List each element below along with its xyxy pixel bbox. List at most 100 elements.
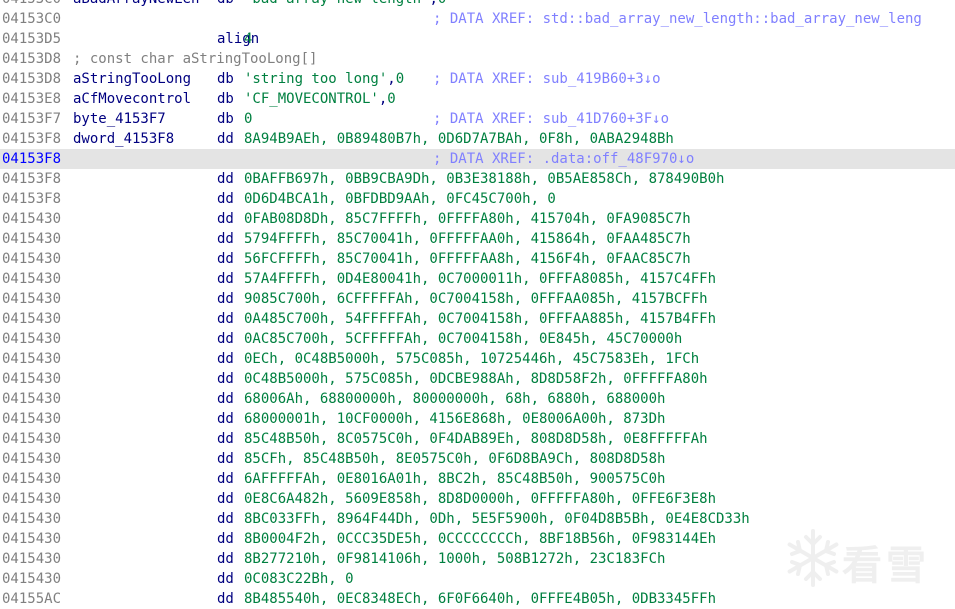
line-operands[interactable]: 9085C700h, 6CFFFFFAh, 0C7004158h, 0FFFAA… [244, 289, 708, 309]
line-address[interactable]: 0415430 [2, 309, 61, 329]
line-operands[interactable]: 5794FFFFh, 85C70041h, 0FFFFFAA0h, 415864… [244, 229, 691, 249]
line-address[interactable]: 04153F8 [2, 189, 61, 209]
listing-line[interactable]: 0415430 dd 68006Ah, 68800000h, 80000000h, … [0, 389, 955, 409]
listing-line[interactable]: 0415430 dd 9085C700h, 6CFFFFFAh, 0C7004158… [0, 289, 955, 309]
listing-line[interactable]: 04153C0 ; DATA XREF: std::bad_array_new_l… [0, 9, 955, 29]
line-address[interactable]: 0415430 [2, 509, 61, 529]
line-operands[interactable]: 85CFh, 85C48B50h, 8E0575C0h, 0F6D8BA9Ch,… [244, 449, 665, 469]
line-operands[interactable]: 'CF_MOVECONTROL',0 [244, 89, 396, 109]
line-address[interactable]: 04153D5 [2, 29, 61, 49]
listing-line[interactable]: 04153D5 align 4 [0, 29, 955, 49]
line-mnemonic: dd [217, 451, 234, 467]
listing-line[interactable]: 04153C0 aBadArrayNewLen db 'bad array new l… [0, 0, 955, 9]
listing-line[interactable]: 0415430 dd 57A4FFFFh, 0D4E80041h, 0C700001… [0, 269, 955, 289]
numeric-operand: 0ECh, 0C48B5000h, 575C085h, 10725446h, 4… [244, 351, 700, 367]
listing-line[interactable]: 0415430 dd 0AC85C700h, 5CFFFFFAh, 0C700415… [0, 329, 955, 349]
xref-comment[interactable]: ; DATA XREF: std::bad_array_new_length::… [433, 9, 922, 29]
line-operands[interactable]: 0 [244, 109, 252, 129]
xref-comment[interactable]: ; DATA XREF: sub_419B60+3↓o [433, 69, 661, 89]
listing-line[interactable]: 0415430 dd 0E8C6A482h, 5609E858h, 8D8D0000… [0, 489, 955, 509]
line-address[interactable]: 0415430 [2, 249, 61, 269]
line-mnemonic: dd [217, 211, 234, 227]
line-address[interactable]: 0415430 [2, 349, 61, 369]
line-operands[interactable]: 'string too long',0 [244, 69, 404, 89]
line-address[interactable]: 0415430 [2, 469, 61, 489]
line-address[interactable]: 0415430 [2, 209, 61, 229]
listing-line[interactable]: 0415430 dd 0ECh, 0C48B5000h, 575C085h, 107… [0, 349, 955, 369]
line-operands[interactable]: 0C48B5000h, 575C085h, 0DCBE988Ah, 8D8D58… [244, 369, 708, 389]
xref-comment[interactable]: ; DATA XREF: .data:off_48F970↓o [433, 149, 694, 169]
line-label[interactable]: aCfMovecontrol [73, 89, 191, 109]
listing-line[interactable]: 04153F7 byte_4153F7 db 0 ; DATA XREF: sub_41… [0, 109, 955, 129]
line-operands[interactable]: 8B0004F2h, 0CCC35DE5h, 0CCCCCCCCh, 8BF18… [244, 529, 716, 549]
line-operands[interactable]: 0ECh, 0C48B5000h, 575C085h, 10725446h, 4… [244, 349, 699, 369]
listing-line[interactable]: 0415430 dd 68000001h, 10CF0000h, 4156E868h… [0, 409, 955, 429]
xref-comment[interactable]: ; DATA XREF: sub_41D760+3F↓o [433, 109, 669, 129]
line-operands[interactable]: 0E8C6A482h, 5609E858h, 8D8D0000h, 0FFFFF… [244, 489, 716, 509]
line-address[interactable]: 0415430 [2, 229, 61, 249]
line-operands[interactable]: 0D6D4BCA1h, 0BFDBD9AAh, 0FC45C700h, 0 [244, 189, 556, 209]
line-operands[interactable]: 8B485540h, 0EC8348ECh, 6F0F6640h, 0FFFE4… [244, 589, 716, 609]
line-operands[interactable]: 8BC033FFh, 8964F44Dh, 0Dh, 5E5F5900h, 0F… [244, 509, 750, 529]
line-operands[interactable]: 4 [244, 29, 252, 49]
line-operands[interactable]: 8B277210h, 0F9814106h, 1000h, 508B1272h,… [244, 549, 665, 569]
line-address[interactable]: 04153F7 [2, 109, 61, 129]
line-address[interactable]: 04153F8 [2, 129, 61, 149]
line-operands[interactable]: 0C083C22Bh, 0 [244, 569, 354, 589]
string-literal: 'CF_MOVECONTROL' [244, 91, 379, 107]
line-address[interactable]: 04153E8 [2, 89, 61, 109]
listing-line[interactable]: 0415430 dd 5794FFFFh, 85C70041h, 0FFFFFAA0… [0, 229, 955, 249]
line-address[interactable]: 04153C0 [2, 9, 61, 29]
line-address[interactable]: 0415430 [2, 409, 61, 429]
line-address[interactable]: 0415430 [2, 549, 61, 569]
line-operands[interactable]: 'bad array new length',0 [244, 0, 446, 9]
listing-line[interactable]: 04153F8 dd 0BAFFB697h, 0BB9CBA9Dh, 0B3E381… [0, 169, 955, 189]
line-address[interactable]: 04153F8 [2, 149, 61, 169]
line-address[interactable]: 0415430 [2, 569, 61, 589]
line-address[interactable]: 04153D8 [2, 49, 61, 69]
line-operands[interactable]: 0AC85C700h, 5CFFFFFAh, 0C7004158h, 0E845… [244, 329, 682, 349]
listing-line[interactable]: 0415430 dd 0A485C700h, 54FFFFFAh, 0C700415… [0, 309, 955, 329]
listing-line[interactable]: 0415430 dd 56FCFFFFh, 85C70041h, 0FFFFFAA8… [0, 249, 955, 269]
line-operands[interactable]: 0A485C700h, 54FFFFFAh, 0C7004158h, 0FFFA… [244, 309, 716, 329]
line-operands[interactable]: 85C48B50h, 8C0575C0h, 0F4DAB89Eh, 808D8D… [244, 429, 708, 449]
listing-line[interactable]: 0415430 dd 0FAB08D8Dh, 85C7FFFFh, 0FFFFA80… [0, 209, 955, 229]
line-operands[interactable]: 68006Ah, 68800000h, 80000000h, 68h, 6880… [244, 389, 665, 409]
line-operands[interactable]: 68000001h, 10CF0000h, 4156E868h, 0E8006A… [244, 409, 665, 429]
listing-line-selected[interactable]: 04153F8 ; DATA XREF: .data:off_48F970↓o [0, 149, 955, 169]
disassembly-listing[interactable]: 04153C0 aBadArrayNewLen db 'bad array new l… [0, 0, 955, 609]
listing-line[interactable]: 0415430 dd 0C48B5000h, 575C085h, 0DCBE988A… [0, 369, 955, 389]
line-label[interactable]: dword_4153F8 [73, 129, 174, 149]
line-address[interactable]: 04153C0 [2, 0, 61, 9]
listing-line[interactable]: 04153F8 dword_4153F8 dd 8A94B9AEh, 0B89480B… [0, 129, 955, 149]
line-address[interactable]: 0415430 [2, 389, 61, 409]
line-address[interactable]: 0415430 [2, 449, 61, 469]
listing-line[interactable]: 04153E8 aCfMovecontrol db 'CF_MOVECONTROL',… [0, 89, 955, 109]
line-operands[interactable]: 56FCFFFFh, 85C70041h, 0FFFFFAA8h, 4156F4… [244, 249, 691, 269]
line-address[interactable]: 04155AC [2, 589, 61, 609]
line-operands[interactable]: 57A4FFFFh, 0D4E80041h, 0C7000011h, 0FFFA… [244, 269, 716, 289]
listing-line[interactable]: 04153D8 aStringTooLong db 'string too long'… [0, 69, 955, 89]
line-label[interactable]: aStringTooLong [73, 69, 191, 89]
line-address[interactable]: 0415430 [2, 329, 61, 349]
listing-line[interactable]: 0415430 dd 8BC033FFh, 8964F44Dh, 0Dh, 5E5F… [0, 509, 955, 529]
line-operands[interactable]: 0BAFFB697h, 0BB9CBA9Dh, 0B3E38188h, 0B5A… [244, 169, 724, 189]
line-operands[interactable]: 0FAB08D8Dh, 85C7FFFFh, 0FFFFA80h, 415704… [244, 209, 691, 229]
line-address[interactable]: 0415430 [2, 489, 61, 509]
line-address[interactable]: 04153F8 [2, 169, 61, 189]
line-operands[interactable]: 6AFFFFFAh, 0E8016A01h, 8BC2h, 85C48B50h,… [244, 469, 665, 489]
listing-line[interactable]: 0415430 dd 6AFFFFFAh, 0E8016A01h, 8BC2h, 8… [0, 469, 955, 489]
line-label[interactable]: byte_4153F7 [73, 109, 166, 129]
line-operands[interactable]: 8A94B9AEh, 0B89480B7h, 0D6D7A7BAh, 0F8h,… [244, 129, 674, 149]
listing-line[interactable]: 04153D8 ; const char aStringTooLong[] [0, 49, 955, 69]
listing-line[interactable]: 0415430 dd 85C48B50h, 8C0575C0h, 0F4DAB89E… [0, 429, 955, 449]
listing-line[interactable]: 04153F8 dd 0D6D4BCA1h, 0BFDBD9AAh, 0FC45C7… [0, 189, 955, 209]
line-address[interactable]: 0415430 [2, 369, 61, 389]
line-address[interactable]: 0415430 [2, 429, 61, 449]
line-address[interactable]: 0415430 [2, 269, 61, 289]
line-address[interactable]: 0415430 [2, 289, 61, 309]
line-address[interactable]: 0415430 [2, 529, 61, 549]
listing-line[interactable]: 0415430 dd 85CFh, 85C48B50h, 8E0575C0h, 0F… [0, 449, 955, 469]
line-label[interactable]: aBadArrayNewLen [73, 0, 199, 9]
line-address[interactable]: 04153D8 [2, 69, 61, 89]
